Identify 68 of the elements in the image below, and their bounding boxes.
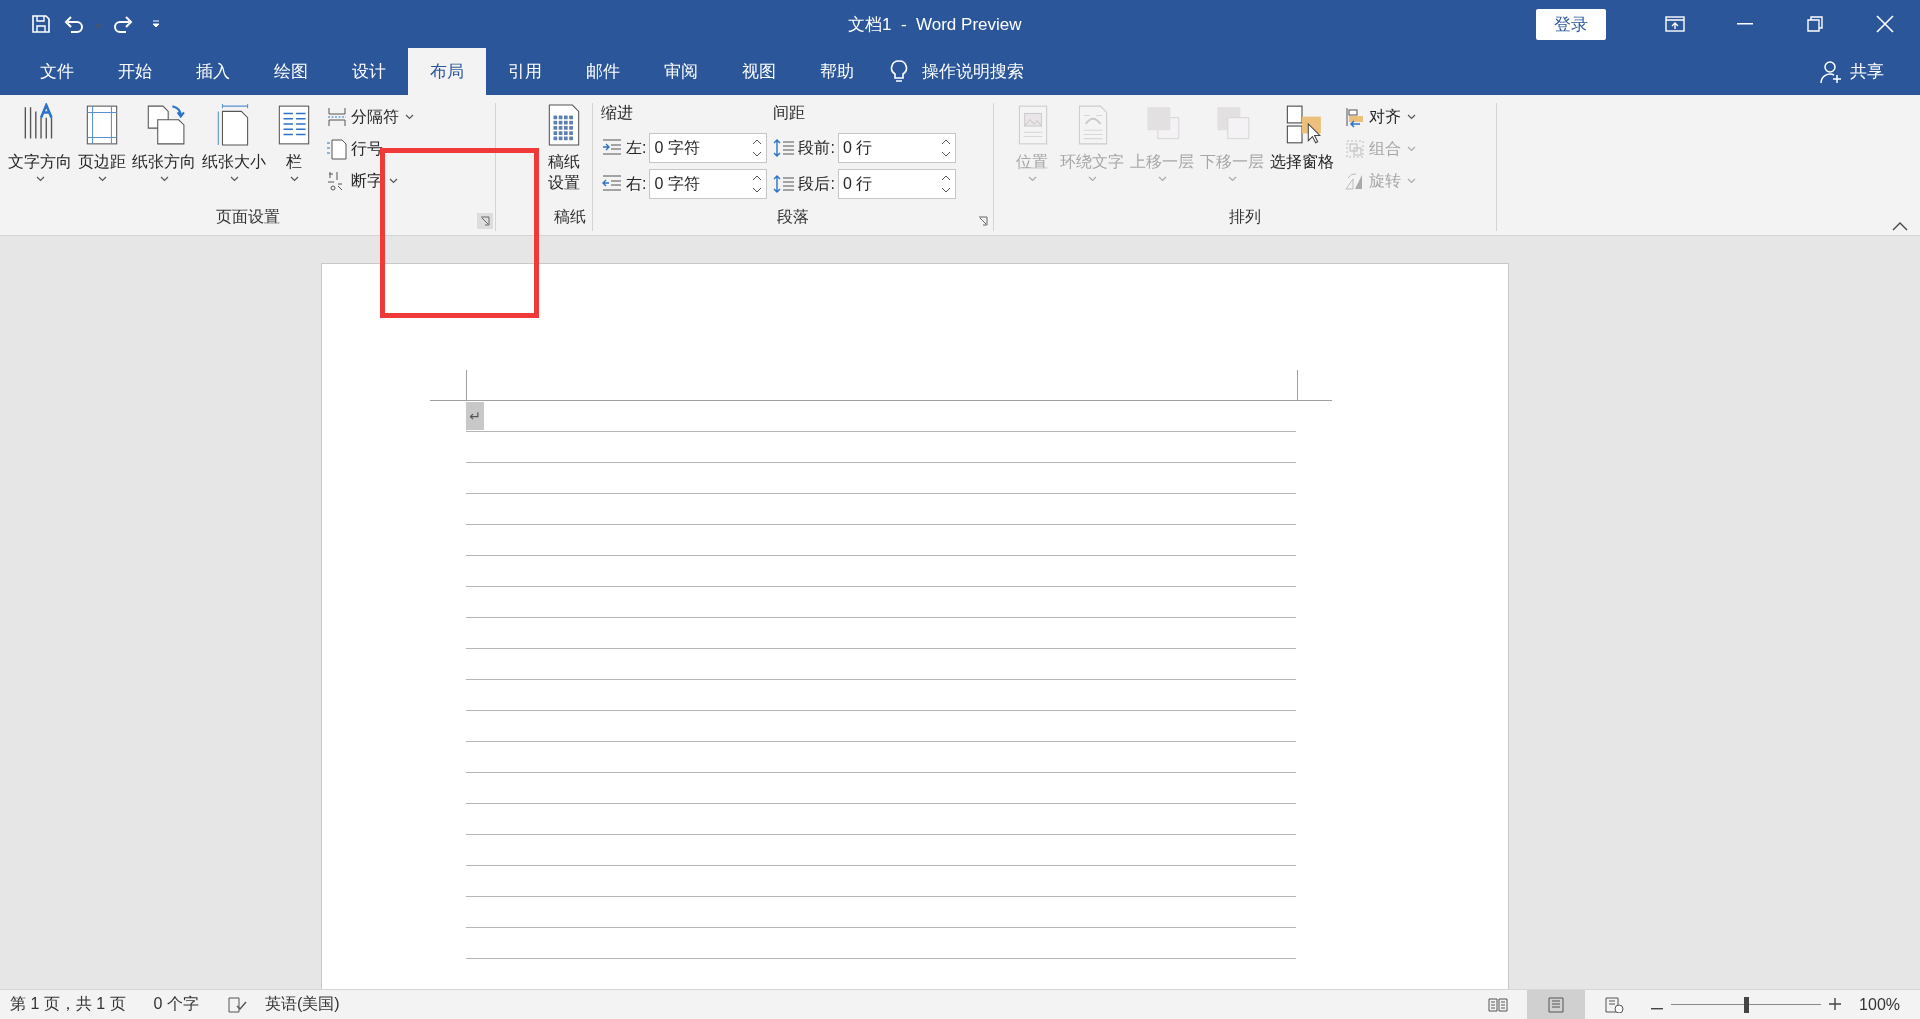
- field-label: 右:: [626, 173, 647, 194]
- group-icon: [1344, 138, 1366, 160]
- spin-field[interactable]: 0 行: [837, 133, 956, 163]
- ribbon-button[interactable]: 文字方向: [6, 103, 74, 203]
- ribbon-button[interactable]: 纸张方向: [130, 103, 198, 203]
- word-count[interactable]: 0 个字: [153, 994, 199, 1015]
- ribbon-button[interactable]: 分隔符: [324, 103, 416, 131]
- spin-arrows-icon[interactable]: [940, 173, 951, 195]
- spin-field[interactable]: 0 字符: [649, 133, 768, 163]
- field-label: 段后:: [798, 173, 835, 194]
- window-title: 文档1 - Word Preview: [848, 13, 1023, 36]
- group-label: 页面设置: [214, 207, 281, 227]
- ribbon-tab[interactable]: 插入: [174, 48, 252, 95]
- zoom-slider-thumb[interactable]: [1744, 996, 1750, 1013]
- section-heading: 间距: [773, 103, 807, 123]
- spin-arrows-icon[interactable]: [752, 137, 763, 159]
- ribbon-button[interactable]: 纸张大小: [200, 103, 268, 203]
- spin-field[interactable]: 0 字符: [649, 169, 768, 199]
- proofing-icon[interactable]: [226, 995, 247, 1014]
- group-label: 稿纸: [554, 207, 586, 227]
- zoom-out-icon[interactable]: [1651, 1007, 1664, 1010]
- lightbulb-icon[interactable]: [890, 59, 908, 84]
- collapse-ribbon-icon[interactable]: [1892, 221, 1908, 231]
- ribbon-button[interactable]: 栏: [270, 103, 318, 203]
- group-label: 段落: [776, 207, 810, 227]
- ribbon-tab[interactable]: 开始: [96, 48, 174, 95]
- share-button[interactable]: 共享: [1814, 48, 1890, 95]
- spacing-icon: [773, 174, 796, 194]
- ribbon-tab[interactable]: 设计: [330, 48, 408, 95]
- spin-arrows-icon[interactable]: [752, 173, 763, 195]
- ribbon-tab[interactable]: 帮助: [798, 48, 876, 95]
- language[interactable]: 英语(美国): [264, 994, 340, 1015]
- ribbon-button[interactable]: 对齐: [1342, 103, 1418, 131]
- zoom-in-icon[interactable]: [1829, 997, 1842, 1010]
- group-label: 排列: [1228, 207, 1262, 227]
- ribbon-button[interactable]: 稿纸设置: [540, 103, 588, 203]
- ribbon-tab[interactable]: 绘图: [252, 48, 330, 95]
- spin-arrows-icon[interactable]: [940, 137, 951, 159]
- caret-icon: [1407, 146, 1416, 152]
- ribbon-tab[interactable]: 审阅: [642, 48, 720, 95]
- caret-icon: [1407, 114, 1416, 120]
- ribbon-tab[interactable]: 视图: [720, 48, 798, 95]
- sign-in-button[interactable]: 登录: [1536, 8, 1606, 40]
- ribbon-tab[interactable]: 引用: [486, 48, 564, 95]
- zoom-level[interactable]: 100%: [1859, 995, 1900, 1014]
- spacing-icon: [773, 138, 796, 158]
- section-heading: 缩进: [601, 103, 634, 123]
- search-field[interactable]: 操作说明搜索: [922, 60, 1024, 83]
- breaks-icon: [326, 106, 348, 128]
- ribbon-button[interactable]: 页边距: [76, 103, 128, 203]
- page-count[interactable]: 第 1 页，共 1 页: [10, 994, 126, 1015]
- caret-icon: [1407, 178, 1416, 184]
- field-label: 段前:: [798, 137, 835, 158]
- ribbon-button[interactable]: 行号: [324, 135, 416, 163]
- paragraph-mark: ↵: [466, 402, 484, 430]
- indent-icon: [601, 138, 623, 158]
- ribbon-tab[interactable]: 邮件: [564, 48, 642, 95]
- field-label: 左:: [626, 137, 647, 158]
- ribbon-button[interactable]: 选择窗格: [1268, 103, 1336, 203]
- ribbon-tab[interactable]: 文件: [18, 48, 96, 95]
- dialog-launcher-icon[interactable]: [477, 213, 493, 229]
- caret-icon: [94, 23, 103, 29]
- person-add-icon: [1820, 59, 1842, 84]
- line-numbers-icon: [326, 138, 348, 160]
- indent-icon: [601, 174, 623, 194]
- align-icon: [1344, 106, 1366, 128]
- ribbon-tab[interactable]: 布局: [408, 48, 486, 95]
- spin-field[interactable]: 0 行: [837, 169, 956, 199]
